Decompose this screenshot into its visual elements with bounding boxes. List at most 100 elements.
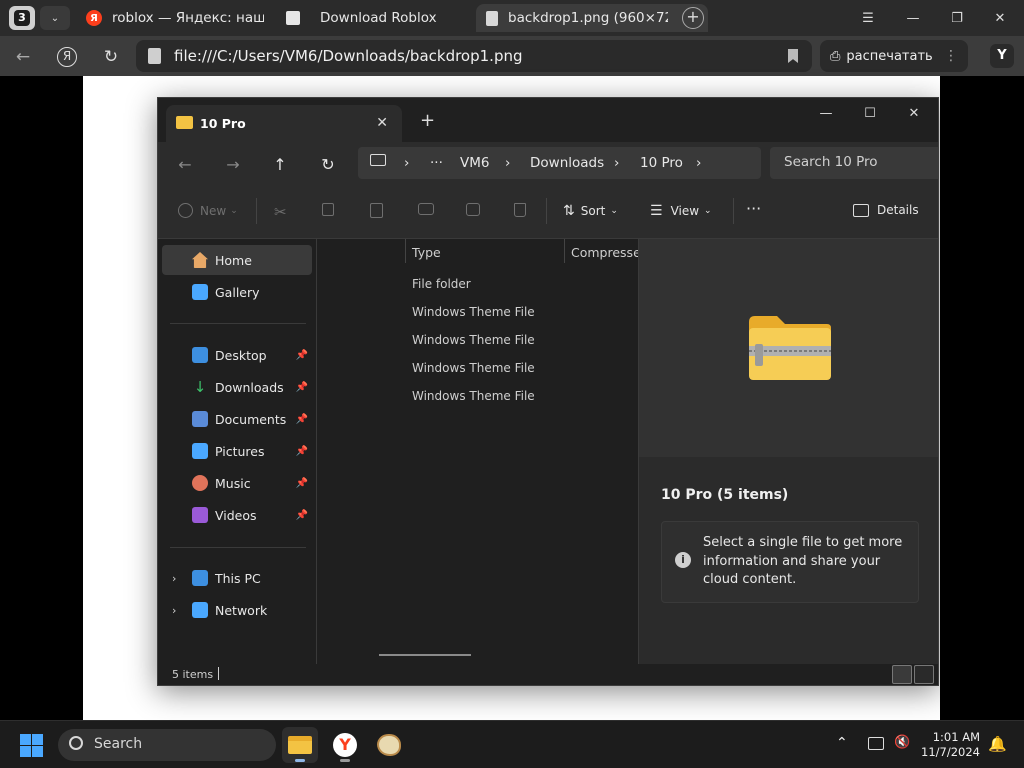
chevron-right-icon[interactable]: › — [172, 604, 176, 617]
share-icon[interactable] — [466, 203, 488, 216]
cut-icon[interactable]: ✂ — [274, 203, 287, 221]
nav-item-music[interactable]: Music 📌 — [162, 468, 312, 498]
pin-icon[interactable]: 📌 — [296, 350, 308, 361]
back-arrow-icon[interactable]: ← — [10, 44, 36, 70]
notification-bell-icon[interactable]: 🔔 — [988, 735, 1007, 753]
details-button[interactable]: Details — [853, 203, 919, 217]
details-label: Details — [877, 203, 919, 217]
url-text: file:///C:/Users/VM6/Downloads/backdrop1… — [174, 47, 523, 65]
taskbar-search[interactable]: Search — [58, 729, 276, 761]
explorer-tab[interactable]: 10 Pro ✕ — [166, 105, 402, 142]
back-icon[interactable]: ← — [172, 152, 198, 176]
nav-item-videos[interactable]: Videos 📌 — [162, 500, 312, 530]
column-divider[interactable] — [564, 239, 565, 263]
browser-tab-roblox[interactable]: Download Roblox — [286, 4, 456, 32]
yandex-home-icon[interactable]: Я — [54, 44, 80, 70]
refresh-icon[interactable]: ↻ — [315, 152, 341, 176]
tab-title: Download Roblox — [320, 10, 437, 26]
minimize-icon[interactable]: — — [899, 6, 927, 30]
forward-icon[interactable]: → — [220, 152, 246, 176]
new-tab-button[interactable]: + — [682, 7, 704, 29]
rename-icon[interactable] — [418, 203, 442, 215]
system-clock[interactable]: 1:01 AM 11/7/2024 — [910, 730, 980, 760]
browser-address-row: ← Я ↻ file:///C:/Users/VM6/Downloads/bac… — [0, 36, 1024, 76]
pin-icon[interactable]: 📌 — [296, 446, 308, 457]
pin-icon[interactable]: 📌 — [296, 510, 308, 521]
see-more-icon[interactable]: ··· — [746, 199, 761, 218]
running-indicator — [340, 759, 350, 762]
close-icon[interactable]: ✕ — [986, 6, 1014, 30]
new-label: New — [200, 203, 227, 218]
explorer-maximize-icon[interactable]: ☐ — [856, 102, 884, 124]
explorer-search-input[interactable]: Search 10 Pro — [770, 147, 938, 179]
file-explorer-taskbar-button[interactable] — [282, 727, 318, 763]
breadcrumb-downloads[interactable]: Downloads — [530, 155, 604, 171]
column-divider[interactable] — [405, 239, 406, 263]
printer-icon: ⎙ — [830, 48, 841, 64]
pin-icon[interactable]: 📌 — [296, 478, 308, 489]
horizontal-scrollbar[interactable] — [379, 654, 471, 656]
list-item[interactable]: File folder — [412, 277, 471, 291]
browser-tab-backdrop[interactable]: backdrop1.png (960×72 — [476, 4, 708, 32]
breadcrumb[interactable]: › ··· VM6 › Downloads › 10 Pro › — [358, 147, 761, 179]
ellipsis-icon[interactable]: ··· — [430, 155, 443, 171]
large-icons-view-icon[interactable] — [914, 665, 934, 684]
list-item[interactable]: Windows Theme File — [412, 389, 535, 403]
list-item[interactable]: Windows Theme File — [412, 361, 535, 375]
chevron-down-icon: ⌄ — [230, 205, 238, 216]
close-tab-icon[interactable]: ✕ — [376, 115, 388, 131]
copy-icon[interactable] — [322, 203, 342, 216]
windows-start-icon[interactable] — [20, 734, 43, 757]
print-button[interactable]: ⎙ распечатать ⋮ — [820, 40, 968, 72]
nav-label: Pictures — [215, 443, 265, 459]
up-icon[interactable]: ↑ — [267, 152, 293, 176]
divider — [256, 198, 257, 224]
tab-list-dropdown[interactable]: ⌄ — [40, 6, 70, 30]
reload-icon[interactable]: ↻ — [98, 44, 124, 70]
preview-info-text: Select a single file to get more informa… — [703, 535, 903, 587]
chevron-right-icon[interactable]: › — [172, 572, 176, 585]
tab-counter-button[interactable]: 3 — [9, 6, 35, 30]
nav-item-this-pc[interactable]: › This PC — [162, 563, 312, 593]
explorer-minimize-icon[interactable]: — — [812, 102, 840, 124]
column-header-type[interactable]: Type — [412, 245, 441, 260]
pin-icon[interactable]: 📌 — [296, 414, 308, 425]
paste-icon[interactable] — [370, 203, 391, 218]
new-button[interactable]: New ⌄ — [178, 203, 238, 218]
explorer-close-icon[interactable]: ✕ — [900, 102, 928, 124]
more-options-icon[interactable]: ⋮ — [944, 48, 958, 64]
list-item[interactable]: Windows Theme File — [412, 333, 535, 347]
nav-label: Gallery — [215, 284, 260, 300]
nav-label: Network — [215, 602, 268, 618]
nav-item-pictures[interactable]: Pictures 📌 — [162, 436, 312, 466]
paint-taskbar-button[interactable] — [371, 727, 407, 763]
folder-icon — [288, 736, 312, 754]
nav-item-gallery[interactable]: Gallery — [162, 277, 312, 307]
nav-item-home[interactable]: Home — [162, 245, 312, 275]
nav-item-network[interactable]: › Network — [162, 595, 312, 625]
breadcrumb-vm6[interactable]: VM6 — [460, 155, 489, 171]
chevron-up-icon[interactable]: ⌃ — [836, 735, 848, 751]
details-view-icon[interactable] — [892, 665, 912, 684]
volume-muted-icon[interactable]: 🔇 — [894, 735, 910, 750]
nav-item-desktop[interactable]: Desktop 📌 — [162, 340, 312, 370]
browser-tab-yandex[interactable]: Я roblox — Яндекс: нашлось — [86, 4, 264, 32]
address-bar[interactable]: file:///C:/Users/VM6/Downloads/backdrop1… — [136, 40, 812, 72]
restore-icon[interactable]: ❐ — [943, 6, 971, 30]
view-button[interactable]: ☰ View ⌄ — [650, 203, 712, 219]
browser-menu-icon[interactable]: ☰ — [854, 6, 882, 30]
nav-item-documents[interactable]: Documents 📌 — [162, 404, 312, 434]
yandex-alice-icon[interactable]: Y — [990, 44, 1014, 68]
pin-icon[interactable]: 📌 — [296, 382, 308, 393]
breadcrumb-10-pro[interactable]: 10 Pro — [640, 155, 683, 171]
sort-button[interactable]: ⇅ Sort ⌄ — [563, 203, 618, 219]
navigation-pane: Home Gallery Desktop 📌 ↓ Downloads 📌 Doc… — [158, 239, 316, 664]
chevron-down-icon: ⌄ — [50, 12, 60, 24]
yandex-browser-taskbar-button[interactable]: Y — [327, 727, 363, 763]
delete-icon[interactable] — [514, 203, 534, 217]
list-item[interactable]: Windows Theme File — [412, 305, 535, 319]
network-status-icon[interactable] — [868, 737, 884, 750]
nav-item-downloads[interactable]: ↓ Downloads 📌 — [162, 372, 312, 402]
bookmark-icon[interactable] — [788, 49, 798, 63]
new-explorer-tab-button[interactable]: + — [420, 110, 435, 131]
